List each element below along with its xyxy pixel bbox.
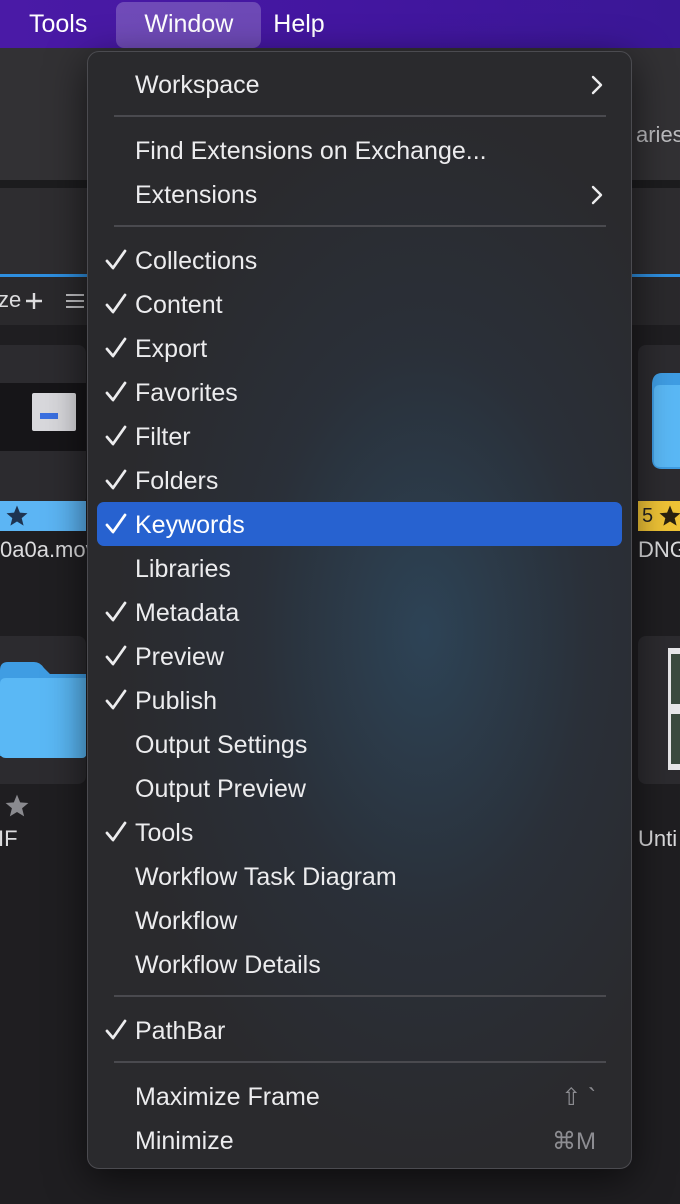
menu-bar: Tools Window Help: [0, 0, 680, 48]
checkmark-icon: [105, 469, 127, 490]
rating-bar[interactable]: [0, 501, 86, 531]
window-menu: Workspace Find Extensions on Exchange...…: [87, 51, 632, 1169]
menu-item-workspace[interactable]: Workspace: [97, 62, 622, 106]
checkmark-icon: [105, 337, 127, 358]
rating-value: 5: [642, 505, 654, 527]
shortcut-label: ⇧ `: [561, 1084, 596, 1111]
filename-left-top[interactable]: 0a0a.mov: [0, 537, 97, 563]
menu-item-libraries[interactable]: Libraries: [97, 546, 622, 590]
menu-separator: [114, 995, 606, 997]
menu-item-maximize-frame[interactable]: Maximize Frame ⇧ `: [97, 1074, 622, 1118]
menu-item-folders[interactable]: Folders: [97, 458, 622, 502]
menu-item-metadata[interactable]: Metadata: [97, 590, 622, 634]
filename-right-bottom[interactable]: Unti: [638, 826, 677, 852]
star-outline-icon[interactable]: [4, 793, 30, 819]
menu-item-label: Workspace: [135, 71, 260, 99]
menu-item-label: Export: [135, 335, 208, 363]
menu-item-label: Workflow: [135, 907, 238, 935]
checkmark-icon: [105, 381, 127, 402]
menu-item-label: Minimize: [135, 1127, 234, 1155]
menu-item-label: Folders: [135, 467, 219, 495]
menu-item-label: Extensions: [135, 181, 258, 209]
menu-item-content[interactable]: Content: [97, 282, 622, 326]
menu-item-workflow[interactable]: Workflow: [97, 898, 622, 942]
menu-item-label: Collections: [135, 247, 258, 275]
add-icon[interactable]: [24, 291, 44, 311]
menu-item-pathbar[interactable]: PathBar: [97, 1008, 622, 1052]
chevron-right-icon: [591, 75, 603, 95]
menu-item-label: Maximize Frame: [135, 1083, 320, 1111]
checkmark-icon: [105, 513, 127, 534]
menu-item-label: Output Settings: [135, 731, 308, 759]
menu-item-label: Preview: [135, 643, 224, 671]
menu-item-output-settings[interactable]: Output Settings: [97, 722, 622, 766]
libraries-tab-fragment[interactable]: aries: [636, 122, 680, 148]
checkmark-icon: [105, 249, 127, 270]
folder-icon: [652, 373, 680, 469]
rating-badge[interactable]: 5: [638, 501, 680, 531]
menu-item-output-preview[interactable]: Output Preview: [97, 766, 622, 810]
menu-item-publish[interactable]: Publish: [97, 678, 622, 722]
menu-item-label: Filter: [135, 423, 191, 451]
thumbnail-document[interactable]: [638, 636, 680, 784]
menu-separator: [114, 115, 606, 117]
filename-left-bottom[interactable]: IF: [0, 826, 18, 852]
menu-item-label: Content: [135, 291, 223, 319]
menu-item-collections[interactable]: Collections: [97, 238, 622, 282]
menu-item-label: Favorites: [135, 379, 238, 407]
document-preview: [668, 648, 680, 770]
thumbnail-folder[interactable]: [0, 636, 86, 784]
folder-icon: [0, 662, 86, 758]
menu-separator: [114, 225, 606, 227]
star-icon: [659, 505, 680, 526]
video-preview: [0, 383, 86, 451]
thumbnail-folder-right[interactable]: [638, 345, 680, 505]
checkmark-icon: [105, 1019, 127, 1040]
menu-item-label: Publish: [135, 687, 217, 715]
menu-item-label: Keywords: [135, 511, 245, 539]
menu-item-minimize[interactable]: Minimize ⌘M: [97, 1118, 622, 1162]
checkmark-icon: [105, 645, 127, 666]
menu-item-export[interactable]: Export: [97, 326, 622, 370]
menubar-window[interactable]: Window: [116, 1, 262, 48]
checkmark-icon: [105, 689, 127, 710]
panel-title-fragment: ze: [0, 287, 22, 312]
menu-item-workflow-task-diagram[interactable]: Workflow Task Diagram: [97, 854, 622, 898]
list-menu-icon[interactable]: [66, 293, 84, 309]
shortcut-label: ⌘M: [552, 1128, 596, 1155]
checkmark-icon: [105, 821, 127, 842]
chevron-right-icon: [591, 185, 603, 205]
menu-item-label: Libraries: [135, 555, 231, 583]
menu-item-preview[interactable]: Preview: [97, 634, 622, 678]
menu-item-keywords[interactable]: Keywords: [97, 502, 622, 546]
menu-item-favorites[interactable]: Favorites: [97, 370, 622, 414]
checkmark-icon: [105, 601, 127, 622]
menu-item-extensions[interactable]: Extensions: [97, 172, 622, 216]
menubar-tools[interactable]: Tools: [0, 0, 116, 48]
star-icon[interactable]: [5, 504, 29, 528]
menu-item-filter[interactable]: Filter: [97, 414, 622, 458]
menu-item-workflow-details[interactable]: Workflow Details: [97, 942, 622, 986]
menu-item-label: Metadata: [135, 599, 240, 627]
checkmark-icon: [105, 293, 127, 314]
menu-item-tools[interactable]: Tools: [97, 810, 622, 854]
menu-item-find-extensions[interactable]: Find Extensions on Exchange...: [97, 128, 622, 172]
menu-separator: [114, 1061, 606, 1063]
menu-item-label: PathBar: [135, 1017, 226, 1045]
filename-right-top[interactable]: DNG: [638, 537, 680, 563]
menubar-help[interactable]: Help: [261, 0, 353, 48]
checkmark-icon: [105, 425, 127, 446]
menu-item-label: Tools: [135, 819, 194, 847]
menu-item-label: Output Preview: [135, 775, 306, 803]
menu-item-label: Workflow Details: [135, 951, 321, 979]
thumbnail-video[interactable]: [0, 345, 86, 505]
menu-item-label: Workflow Task Diagram: [135, 863, 397, 891]
menu-item-label: Find Extensions on Exchange...: [135, 137, 487, 165]
